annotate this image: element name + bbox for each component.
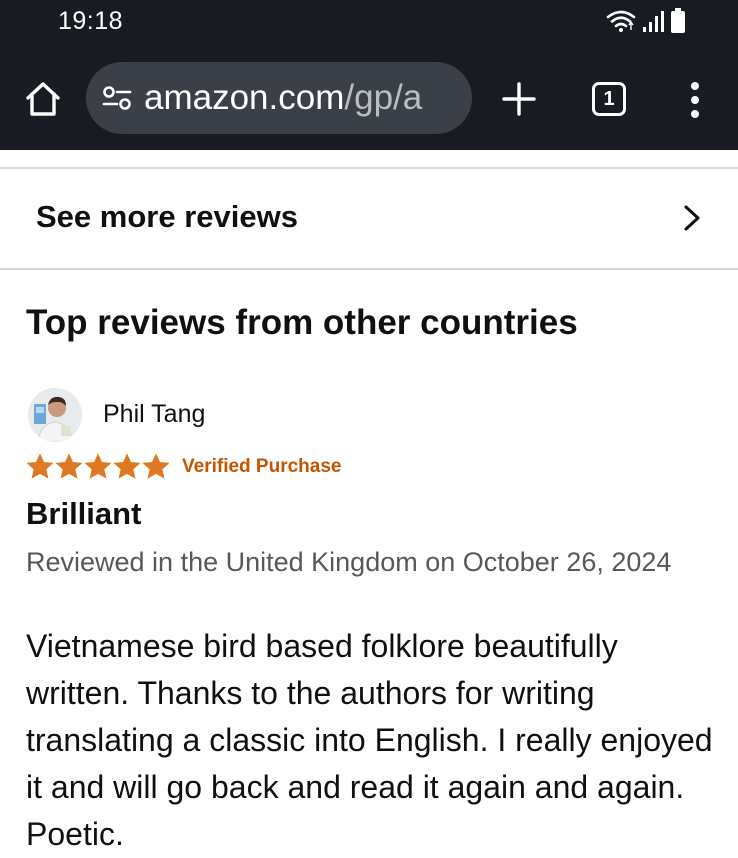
home-button[interactable] (22, 78, 64, 120)
star-icon (142, 453, 170, 479)
site-settings-icon[interactable] (102, 84, 132, 112)
star-icon (84, 453, 112, 479)
status-icons (606, 8, 686, 34)
review-title: Brilliant (26, 496, 142, 531)
address-bar[interactable]: amazon.com/gp/a (86, 62, 472, 134)
review-body: Vietnamese bird based folklore beautiful… (26, 628, 713, 852)
avatar-image (28, 388, 82, 442)
avatar[interactable] (28, 388, 82, 442)
browser-chrome: 19:18 amazon.com/gp/a 1 (0, 0, 738, 150)
url-path: /gp/a (344, 78, 423, 117)
star-icon (26, 453, 54, 479)
rating-row: Verified Purchase (26, 452, 341, 482)
star-icon (113, 453, 141, 479)
status-bar: 19:18 (0, 0, 738, 44)
wifi-icon (606, 10, 636, 32)
plus-icon[interactable] (500, 80, 538, 118)
verified-purchase-badge: Verified Purchase (182, 456, 342, 477)
see-more-reviews-label: See more reviews (36, 199, 298, 234)
url-text: amazon.com/gp/a (144, 77, 422, 119)
more-vert-icon[interactable] (682, 80, 708, 120)
status-time: 19:18 (58, 7, 124, 35)
star-rating[interactable] (26, 453, 170, 481)
url-domain: amazon.com (144, 78, 345, 117)
signal-icon (643, 11, 664, 32)
home-icon (26, 82, 60, 116)
chevron-right-icon (684, 205, 700, 231)
browser-toolbar: amazon.com/gp/a 1 (0, 56, 738, 142)
reviewer-name[interactable]: Phil Tang (103, 400, 205, 429)
tab-switcher-icon[interactable]: 1 (592, 82, 626, 116)
see-more-reviews-link[interactable]: See more reviews (0, 170, 738, 268)
star-icon (55, 453, 83, 479)
tab-count: 1 (603, 87, 615, 110)
divider (0, 167, 738, 169)
section-title: Top reviews from other countries (26, 303, 578, 342)
battery-icon (671, 8, 685, 33)
divider (0, 268, 738, 270)
review-meta: Reviewed in the United Kingdom on Octobe… (26, 547, 672, 577)
